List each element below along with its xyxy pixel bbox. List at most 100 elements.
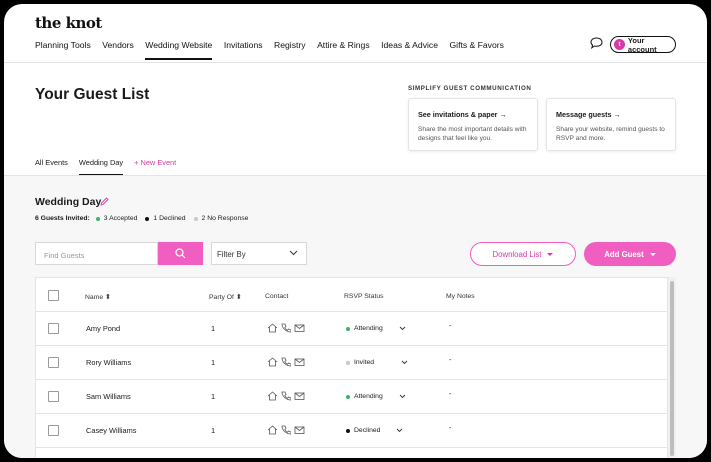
mail-icon[interactable] — [294, 323, 305, 333]
message-guests-card-desc: Share your website, remind guests to RSV… — [556, 126, 665, 142]
filter-label: Filter By — [217, 250, 246, 259]
phone-icon[interactable] — [281, 357, 291, 367]
home-icon[interactable] — [267, 357, 278, 367]
invitations-card[interactable]: See invitations & paper → Share the most… — [408, 98, 538, 151]
mail-icon[interactable] — [294, 425, 305, 435]
table-row[interactable] — [36, 447, 669, 458]
status-dot — [346, 428, 350, 433]
guest-name[interactable]: Sam Williams — [86, 392, 131, 401]
mail-icon[interactable] — [294, 391, 305, 401]
contact-icons — [267, 425, 305, 435]
rsvp-status: Declined — [354, 427, 381, 434]
arrow-right-icon: → — [499, 110, 507, 119]
search-input[interactable]: Find Guests — [35, 242, 158, 265]
chevron-down-icon — [401, 360, 408, 365]
party-column-header[interactable]: Party Of ⬍ — [209, 293, 242, 301]
nav-planning-tools[interactable]: Planning Tools — [35, 40, 91, 60]
arrow-right-icon: → — [613, 110, 621, 119]
table-row[interactable]: Casey Williams 1 Declined - — [36, 413, 669, 447]
table-row[interactable]: Sam Williams 1 Attending - — [36, 379, 669, 413]
row-checkbox[interactable] — [48, 391, 59, 402]
rsvp-status: Invited — [354, 359, 375, 366]
home-icon[interactable] — [267, 323, 278, 333]
phone-icon[interactable] — [281, 323, 291, 333]
guest-notes[interactable]: - — [449, 323, 451, 330]
rsvp-dropdown[interactable]: Attending — [346, 393, 406, 400]
select-all-checkbox[interactable] — [48, 290, 59, 301]
nav-registry[interactable]: Registry — [274, 40, 306, 60]
message-guests-card[interactable]: Message guests → Share your website, rem… — [546, 98, 676, 151]
app-frame: the knot Planning Tools Vendors Wedding … — [4, 4, 707, 458]
rsvp-dropdown[interactable]: Declined — [346, 427, 403, 434]
nav-vendors[interactable]: Vendors — [102, 40, 134, 60]
main-nav: Planning Tools Vendors Wedding Website I… — [35, 40, 515, 60]
rsvp-dropdown[interactable]: Attending — [346, 325, 406, 332]
party-size: 1 — [211, 358, 216, 367]
filter-dropdown[interactable]: Filter By — [211, 242, 307, 265]
sort-icon: ⬍ — [235, 294, 242, 301]
contact-column-header: Contact — [265, 293, 289, 300]
party-size: 1 — [211, 392, 216, 401]
name-column-header[interactable]: Name ⬍ — [85, 293, 111, 301]
guest-notes[interactable]: - — [449, 425, 451, 432]
mail-icon[interactable] — [294, 357, 305, 367]
new-event-link[interactable]: + New Event — [134, 158, 176, 176]
search-icon — [175, 248, 186, 259]
rsvp-column-header: RSVP Status — [344, 293, 384, 300]
party-size: 1 — [211, 426, 216, 435]
table-row[interactable]: Rory Williams 1 Invited - — [36, 345, 669, 379]
row-checkbox[interactable] — [48, 323, 59, 334]
download-list-button[interactable]: Download List — [470, 242, 576, 266]
party-size: 1 — [211, 324, 216, 333]
no-response-dot — [193, 216, 198, 221]
guest-notes[interactable]: - — [449, 357, 451, 364]
page-title: Your Guest List — [35, 86, 150, 103]
add-guest-button[interactable]: Add Guest — [584, 242, 676, 266]
download-list-label: Download List — [492, 249, 542, 259]
invitations-card-title: See invitations & paper → — [418, 110, 507, 119]
guest-name[interactable]: Casey Williams — [86, 426, 137, 435]
chevron-down-icon — [399, 326, 406, 331]
guests-invited-label: 6 Guests Invited: — [35, 215, 90, 222]
row-checkbox[interactable] — [48, 357, 59, 368]
guest-summary: 6 Guests Invited: 3 Accepted 1 Declined … — [35, 215, 256, 222]
account-button[interactable]: t Your account — [610, 36, 676, 54]
chat-icon[interactable] — [590, 37, 603, 49]
phone-icon[interactable] — [281, 425, 291, 435]
table-scrollbar[interactable] — [668, 277, 676, 458]
nav-ideas-advice[interactable]: Ideas & Advice — [381, 40, 438, 60]
status-dot — [346, 394, 350, 399]
simplify-heading: SIMPLIFY GUEST COMMUNICATION — [408, 85, 532, 92]
row-checkbox[interactable] — [48, 425, 59, 436]
chevron-down-icon — [399, 394, 406, 399]
guest-notes[interactable]: - — [449, 391, 451, 398]
table-row[interactable]: Amy Pond 1 Attending - — [36, 311, 669, 345]
message-guests-card-title: Message guests → — [556, 110, 621, 119]
guest-name[interactable]: Amy Pond — [86, 324, 120, 333]
nav-invitations[interactable]: Invitations — [224, 40, 263, 60]
tab-all-events[interactable]: All Events — [35, 158, 68, 176]
scrollbar-thumb[interactable] — [670, 281, 674, 456]
phone-icon[interactable] — [281, 391, 291, 401]
nav-wedding-website[interactable]: Wedding Website — [145, 40, 213, 60]
caret-down-icon — [547, 252, 554, 256]
home-icon[interactable] — [267, 425, 278, 435]
contact-icons — [267, 357, 305, 367]
nav-gifts-favors[interactable]: Gifts & Favors — [449, 40, 503, 60]
sort-icon: ⬍ — [105, 294, 111, 301]
status-dot — [346, 360, 350, 365]
guest-name[interactable]: Rory Williams — [86, 358, 131, 367]
accepted-count: 3 Accepted — [95, 215, 137, 222]
declined-count: 1 Declined — [145, 215, 186, 222]
invitations-card-desc: Share the most important details with de… — [418, 126, 527, 142]
home-icon[interactable] — [267, 391, 278, 401]
avatar: t — [614, 39, 625, 50]
nav-attire-rings[interactable]: Attire & Rings — [317, 40, 370, 60]
search-button[interactable] — [158, 242, 203, 265]
logo[interactable]: the knot — [35, 14, 102, 32]
accepted-dot — [95, 216, 100, 221]
tab-wedding-day[interactable]: Wedding Day — [78, 158, 124, 176]
rsvp-dropdown[interactable]: Invited — [346, 359, 408, 366]
add-guest-label: Add Guest — [604, 249, 644, 259]
pencil-icon[interactable] — [100, 197, 109, 206]
